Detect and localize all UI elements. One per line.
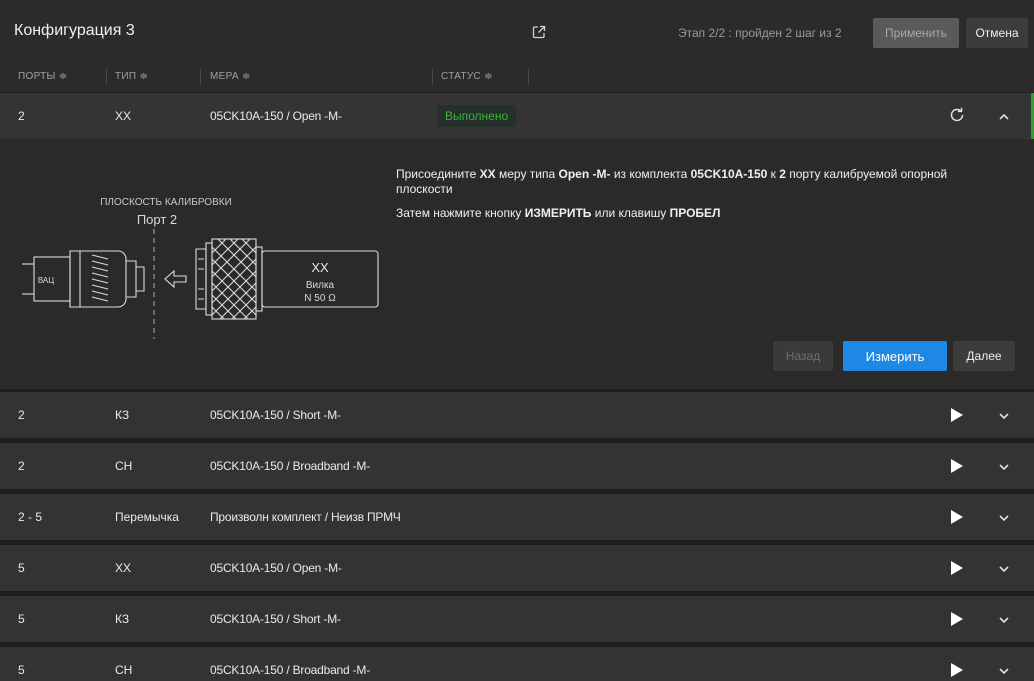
row-type: XX [115, 109, 132, 123]
table-row[interactable]: 2 КЗ 05CK10A-150 / Short -M- [0, 392, 1034, 438]
column-header-status[interactable]: СТАТУС ≑ [441, 71, 493, 82]
row-port: 2 [18, 459, 25, 473]
row-port: 5 [18, 663, 25, 677]
row-standard: 05CK10A-150 / Open -M- [210, 109, 342, 123]
next-button[interactable]: Далее [953, 341, 1015, 371]
row-type: СН [115, 663, 133, 677]
chevron-down-icon[interactable] [997, 562, 1011, 576]
column-divider[interactable] [528, 69, 529, 85]
play-icon[interactable] [950, 560, 964, 576]
row-standard: 05CK10A-150 / Short -M- [210, 612, 341, 626]
status-badge: Выполнено [437, 105, 517, 127]
row-standard: Произволн комплект / Неизв ПРМЧ [210, 510, 401, 524]
measurement-panel: ПЛОСКОСТЬ КАЛИБРОВКИ Порт 2 ВАЦ XX Вилка… [0, 139, 1034, 389]
chevron-down-icon[interactable] [997, 460, 1011, 474]
row-port: 5 [18, 612, 25, 626]
row-standard: 05CK10A-150 / Open -M- [210, 561, 342, 575]
table-row[interactable]: 2 - 5 Перемычка Произволн комплект / Неи… [0, 494, 1034, 540]
table-row[interactable]: 2 СН 05CK10A-150 / Broadband -M- [0, 443, 1034, 489]
play-icon[interactable] [950, 458, 964, 474]
column-header-standard[interactable]: МЕРА ≑ [210, 71, 251, 82]
table-header: ПОРТЫ ≑ ТИП ≑ МЕРА ≑ СТАТУС ≑ [0, 62, 1034, 92]
play-icon[interactable] [950, 509, 964, 525]
row-standard: 05CK10A-150 / Broadband -M- [210, 459, 371, 473]
step-progress-text: Этап 2/2 : пройден 2 шаг из 2 [678, 26, 842, 40]
row-port: 2 [18, 408, 25, 422]
back-button[interactable]: Назад [773, 341, 833, 371]
row-port: 2 [18, 109, 25, 123]
row-type: Перемычка [115, 510, 179, 524]
calibration-plane-label: ПЛОСКОСТЬ КАЛИБРОВКИ [100, 197, 232, 208]
column-divider[interactable] [106, 69, 107, 85]
refresh-icon[interactable] [948, 106, 966, 124]
row-type: СН [115, 459, 133, 473]
row-port: 2 - 5 [18, 510, 43, 524]
row-type: XX [115, 561, 132, 575]
table-row[interactable]: 5 XX 05CK10A-150 / Open -M- [0, 545, 1034, 591]
table-row[interactable]: 5 КЗ 05CK10A-150 / Short -M- [0, 596, 1034, 642]
row-type: КЗ [115, 408, 130, 422]
chevron-down-icon[interactable] [997, 664, 1011, 678]
row-port: 5 [18, 561, 25, 575]
row-standard: 05CK10A-150 / Short -M- [210, 408, 341, 422]
arrow-left-icon [164, 269, 187, 289]
measure-button[interactable]: Измерить [843, 341, 947, 371]
chevron-up-icon[interactable] [997, 110, 1011, 124]
external-link-icon[interactable] [532, 25, 546, 39]
instruction-connect: Присоедините XX меру типа Open -M- из ко… [396, 167, 948, 196]
chevron-down-icon[interactable] [997, 409, 1011, 423]
play-icon[interactable] [950, 407, 964, 423]
column-divider[interactable] [200, 69, 201, 85]
title-bar: Конфигурация 3 Этап 2/2 : пройден 2 шаг … [0, 0, 1034, 62]
column-header-ports[interactable]: ПОРТЫ ≑ [18, 71, 67, 82]
standard-impedance-label: N 50 Ω [304, 293, 336, 304]
table-row-expanded[interactable]: 2 XX 05CK10A-150 / Open -M- Выполнено [0, 93, 1034, 139]
play-icon[interactable] [950, 662, 964, 678]
config-title: Конфигурация 3 [14, 22, 135, 39]
port-label: Порт 2 [137, 212, 177, 227]
apply-button[interactable]: Применить [873, 18, 959, 48]
table-row[interactable]: 5 СН 05CK10A-150 / Broadband -M- [0, 647, 1034, 681]
column-divider[interactable] [432, 69, 433, 85]
row-type: КЗ [115, 612, 130, 626]
standard-name-label: XX [311, 260, 329, 275]
cancel-button[interactable]: Отмена [966, 18, 1028, 48]
instruction-measure: Затем нажмите кнопку ИЗМЕРИТЬ или клавиш… [396, 206, 721, 220]
vna-label: ВАЦ [38, 276, 54, 285]
row-standard: 05CK10A-150 / Broadband -M- [210, 663, 371, 677]
play-icon[interactable] [950, 611, 964, 627]
chevron-down-icon[interactable] [997, 613, 1011, 627]
standard-sex-label: Вилка [306, 280, 335, 291]
connection-diagram: ПЛОСКОСТЬ КАЛИБРОВКИ Порт 2 ВАЦ XX Вилка… [22, 197, 379, 339]
chevron-down-icon[interactable] [997, 511, 1011, 525]
column-header-type[interactable]: ТИП ≑ [115, 71, 148, 82]
